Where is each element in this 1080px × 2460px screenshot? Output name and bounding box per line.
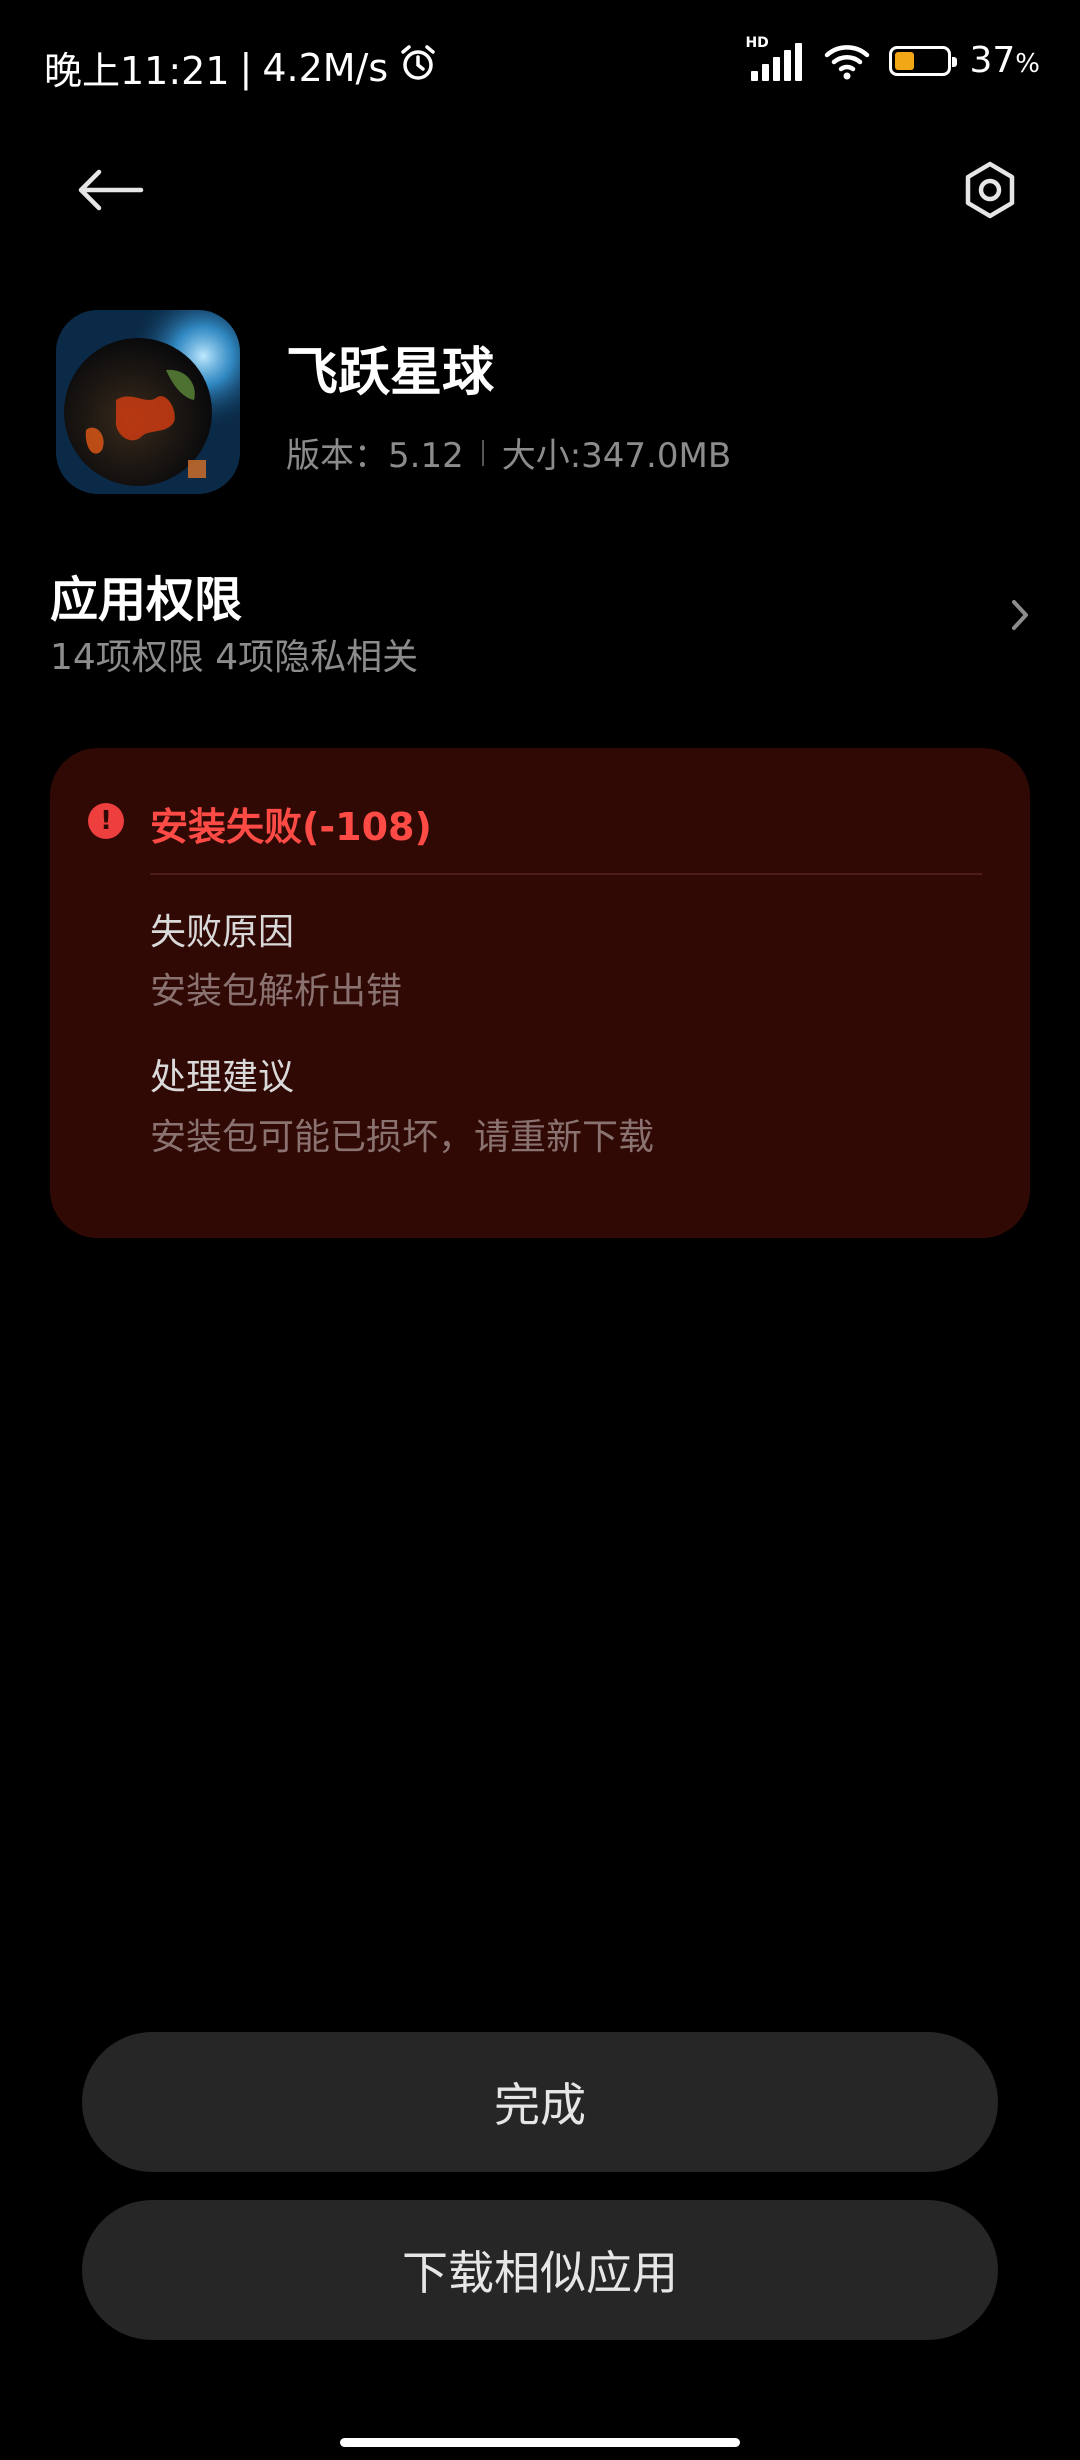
wifi-icon: [823, 41, 871, 81]
permissions-title: 应用权限: [50, 572, 243, 628]
home-indicator[interactable]: [340, 2438, 740, 2447]
app-info: 飞跃星球 版本：5.12 大小:347.0MB: [56, 310, 1036, 500]
app-version: 版本：5.12: [286, 436, 464, 476]
app-meta: 版本：5.12 大小:347.0MB: [286, 428, 731, 477]
back-button[interactable]: [60, 150, 160, 230]
done-button[interactable]: 完成: [82, 2032, 998, 2172]
app-permissions-row[interactable]: 应用权限 14项权限 4项隐私相关: [50, 550, 1040, 680]
arrow-left-icon: [78, 169, 144, 211]
network-speed: 4.2M/s: [262, 45, 389, 90]
failure-reason-value: 安装包解析出错: [150, 971, 403, 1012]
error-divider: [150, 873, 982, 875]
app-name: 飞跃星球: [286, 343, 495, 403]
hexagon-settings-icon: [965, 161, 1015, 219]
status-separator: |: [239, 45, 253, 90]
status-time: 晚上11:21: [44, 49, 230, 93]
status-left: 晚上11:21 | 4.2M/s: [44, 40, 438, 95]
app-icon: [56, 310, 240, 494]
failure-reason-label: 失败原因: [150, 912, 295, 953]
status-right: HD 37%: [745, 35, 1040, 82]
error-icon: !: [88, 803, 124, 839]
battery-percent: 37%: [969, 40, 1040, 81]
settings-button[interactable]: [940, 145, 1040, 235]
error-title: 安装失败(-108): [150, 805, 432, 849]
top-bar: [0, 140, 1080, 250]
app-size: 大小:347.0MB: [501, 436, 732, 476]
advice-label: 处理建议: [150, 1057, 295, 1098]
meta-divider: [481, 439, 484, 466]
chevron-right-icon: [1012, 600, 1028, 630]
status-bar: 晚上11:21 | 4.2M/s HD 37%: [0, 0, 1080, 140]
permissions-summary: 14项权限 4项隐私相关: [50, 637, 419, 678]
alarm-icon: [398, 43, 438, 92]
battery-fill: [895, 51, 915, 70]
cellular-signal-icon: HD: [745, 35, 805, 81]
hd-badge: HD: [745, 34, 769, 51]
download-similar-button[interactable]: 下载相似应用: [82, 2200, 998, 2340]
install-error-card: ! 安装失败(-108) 失败原因 安装包解析出错 处理建议 安装包可能已损坏，…: [50, 748, 1030, 1238]
advice-value: 安装包可能已损坏，请重新下载: [150, 1117, 655, 1158]
battery-icon: [889, 45, 958, 76]
